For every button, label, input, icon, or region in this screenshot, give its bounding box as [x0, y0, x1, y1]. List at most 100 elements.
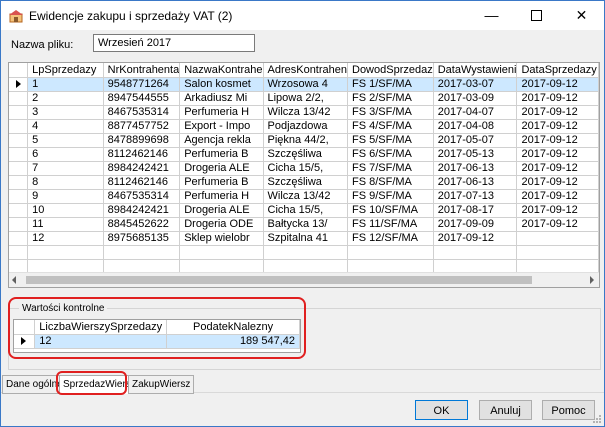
table-row[interactable]: 11 8845452622 Drogeria ODE Bałtycka 13/FS 1… [9, 217, 599, 232]
row-selector[interactable] [9, 203, 29, 218]
table-cell[interactable]: Agencja rekla [179, 133, 264, 148]
row-selector[interactable] [9, 91, 29, 106]
table-cell[interactable]: Cicha 15/5, [263, 203, 348, 218]
cancel-button[interactable]: Anuluj [479, 400, 532, 420]
table-cell[interactable]: 8984242421 [103, 161, 181, 176]
table-cell[interactable]: FS 3/SF/MA [347, 105, 434, 120]
empty-cell[interactable] [179, 245, 264, 260]
table-cell[interactable]: 2017-03-07 [433, 77, 518, 92]
table-cell[interactable]: 2017-05-07 [433, 133, 518, 148]
table-cell[interactable]: Salon kosmet [179, 77, 264, 92]
table-cell[interactable]: Szczęśliwa [263, 175, 348, 190]
table-row[interactable]: 3 8467535314 Perfumeria H Wilcza 13/42 FS 3/… [9, 105, 599, 120]
table-cell[interactable]: 7 [27, 161, 104, 176]
table-cell[interactable]: FS 8/SF/MA [347, 175, 434, 190]
table-cell[interactable]: Perfumeria H [179, 189, 264, 204]
table-cell[interactable]: FS 12/SF/MA [347, 231, 434, 246]
table-cell[interactable]: Sklep wielobr [179, 231, 264, 246]
table-cell[interactable]: 8877457752 [103, 119, 181, 134]
table-cell[interactable]: FS 9/SF/MA [347, 189, 434, 204]
table-cell[interactable]: FS 7/SF/MA [347, 161, 434, 176]
table-cell[interactable]: 8478899698 [103, 133, 181, 148]
table-cell[interactable]: Export - Impo [179, 119, 264, 134]
table-cell[interactable]: 2017-04-08 [433, 119, 518, 134]
table-cell[interactable]: Perfumeria B [179, 147, 264, 162]
table-cell[interactable]: Lipowa 2/2, [263, 91, 348, 106]
table-cell[interactable]: 2017-03-09 [433, 91, 518, 106]
table-row[interactable]: 5 8478899698 Agencja rekla Piękna 44/2, FS 5… [9, 133, 599, 148]
row-selector[interactable] [9, 175, 29, 190]
column-header[interactable]: DataSprzedazy [516, 63, 599, 78]
table-cell[interactable] [516, 231, 599, 246]
row-selector[interactable] [9, 77, 29, 92]
table-cell[interactable]: 8 [27, 175, 104, 190]
row-selector[interactable] [9, 119, 29, 134]
column-header[interactable]: DowodSprzedaz [347, 63, 434, 78]
table-cell[interactable]: 2017-09-12 [516, 105, 599, 120]
table-row[interactable]: 4 8877457752 Export - Impo Podjazdowa FS 4/S… [9, 119, 599, 134]
table-row[interactable]: 9 8467535314 Perfumeria H Wilcza 13/42 FS 9/… [9, 189, 599, 204]
table-cell[interactable]: Piękna 44/2, [263, 133, 348, 148]
close-button[interactable]: ✕ [559, 1, 604, 30]
empty-cell[interactable] [433, 245, 518, 260]
row-selector[interactable] [9, 133, 29, 148]
table-cell[interactable]: Wrzosowa 4 [263, 77, 348, 92]
row-selector[interactable] [9, 245, 29, 260]
table-cell[interactable]: 2017-04-07 [433, 105, 518, 120]
row-selector[interactable] [9, 147, 29, 162]
row-selector[interactable] [9, 231, 29, 246]
table-cell[interactable]: Drogeria ODE [179, 217, 264, 232]
table-cell[interactable]: 12 [27, 231, 104, 246]
table-cell[interactable]: 2017-09-12 [516, 161, 599, 176]
table-cell[interactable]: Perfumeria H [179, 105, 264, 120]
scroll-left-icon[interactable] [12, 276, 16, 284]
table-cell[interactable]: FS 1/SF/MA [347, 77, 434, 92]
table-cell[interactable]: 2017-07-13 [433, 189, 518, 204]
table-row[interactable]: 7 8984242421 Drogeria ALE Cicha 15/5, FS 7/S… [9, 161, 599, 176]
table-cell[interactable]: 2017-09-12 [516, 119, 599, 134]
table-cell[interactable]: FS 6/SF/MA [347, 147, 434, 162]
table-cell[interactable]: 11 [27, 217, 104, 232]
table-cell[interactable]: 2017-05-13 [433, 147, 518, 162]
table-cell[interactable]: 2017-09-12 [516, 133, 599, 148]
row-selector[interactable] [9, 105, 29, 120]
scrollbar-thumb[interactable] [26, 276, 532, 284]
table-cell[interactable]: Szpitalna 41 [263, 231, 348, 246]
table-cell[interactable]: 2017-09-12 [516, 217, 599, 232]
empty-cell[interactable] [347, 245, 434, 260]
table-cell[interactable]: FS 11/SF/MA [347, 217, 434, 232]
table-cell[interactable]: 4 [27, 119, 104, 134]
table-cell[interactable]: 10 [27, 203, 104, 218]
maximize-button[interactable] [514, 1, 559, 30]
table-cell[interactable]: 2017-09-12 [516, 189, 599, 204]
minimize-button[interactable]: — [469, 1, 514, 30]
table-row[interactable]: 6 8112462146 Perfumeria B Szczęśliwa FS 6/SF… [9, 147, 599, 162]
file-name-input[interactable] [93, 34, 255, 52]
table-cell[interactable]: Bałtycka 13/ [263, 217, 348, 232]
table-row[interactable]: 2 8947544555 Arkadiusz Mi Lipowa 2/2, FS 2/S… [9, 91, 599, 106]
empty-cell[interactable] [263, 245, 348, 260]
table-cell[interactable]: 2017-09-12 [516, 203, 599, 218]
column-header[interactable]: DataWystawieni [433, 63, 518, 78]
table-cell[interactable]: 2017-09-09 [433, 217, 518, 232]
help-button[interactable]: Pomoc [542, 400, 595, 420]
table-cell[interactable]: Wilcza 13/42 [263, 105, 348, 120]
row-selector[interactable] [9, 217, 29, 232]
table-cell[interactable]: 5 [27, 133, 104, 148]
empty-cell[interactable] [103, 245, 181, 260]
table-cell[interactable]: 2 [27, 91, 104, 106]
table-cell[interactable]: 3 [27, 105, 104, 120]
table-cell[interactable]: 8975685135 [103, 231, 181, 246]
table-cell[interactable]: 2017-09-12 [516, 77, 599, 92]
table-cell[interactable]: 8112462146 [103, 147, 181, 162]
table-cell[interactable]: 6 [27, 147, 104, 162]
table-cell[interactable]: 1 [27, 77, 104, 92]
table-row[interactable] [9, 245, 599, 260]
table-cell[interactable]: 8984242421 [103, 203, 181, 218]
resize-grip-icon[interactable] [592, 414, 602, 424]
table-cell[interactable]: Drogeria ALE [179, 161, 264, 176]
table-cell[interactable]: Wilcza 13/42 [263, 189, 348, 204]
sales-grid[interactable]: LpSprzedazy NrKontrahenta NazwaKontrahe … [8, 62, 600, 288]
horizontal-scrollbar[interactable] [9, 272, 599, 287]
table-cell[interactable]: 2017-08-17 [433, 203, 518, 218]
